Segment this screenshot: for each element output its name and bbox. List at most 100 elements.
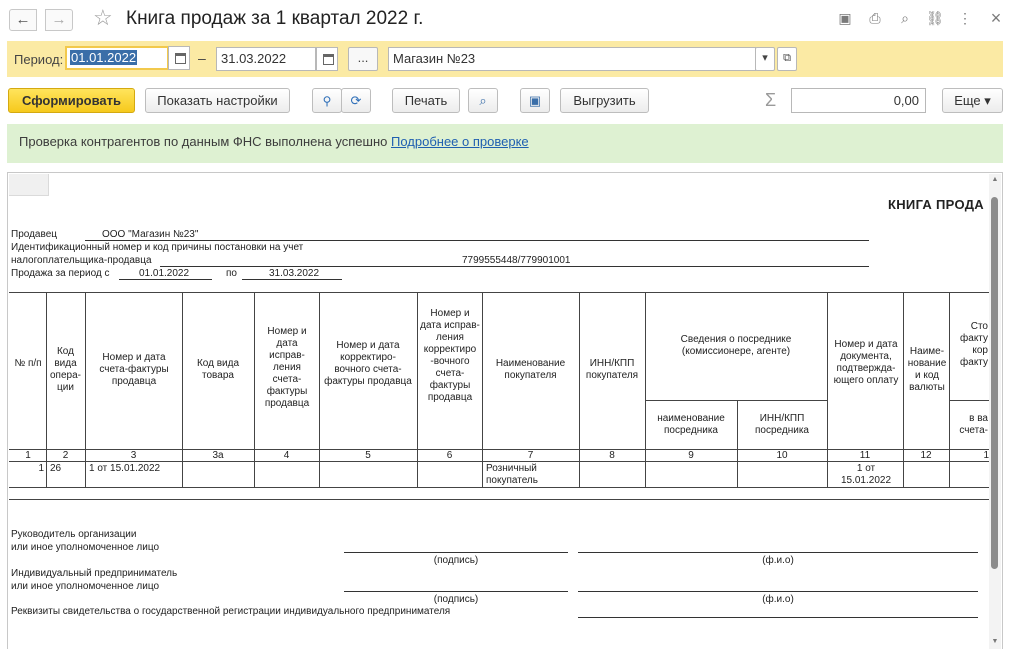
intermediary-subheader-line — [645, 400, 827, 401]
signature-line — [344, 552, 568, 553]
seller-underline — [85, 240, 869, 241]
header-invoice-correction: Номер и дата исправ-ления счета-фактуры … — [264, 326, 310, 409]
search-next-icon: ⟳ — [350, 93, 362, 108]
window-title: Книга продаж за 1 квартал 2022 г. — [126, 8, 424, 29]
name-caption: (ф.и.о) — [762, 555, 794, 566]
column-number: 7 — [527, 450, 534, 461]
row-payment-document: 1 от 15.01.2022 — [840, 463, 892, 486]
inn-label-line1: Идентификационный номер и код причины по… — [11, 242, 304, 253]
header-intermediary-group: Сведения о посреднике (комиссионере, аге… — [680, 334, 792, 357]
export-button[interactable]: Выгрузить — [560, 88, 649, 113]
scrollbar-thumb[interactable] — [991, 197, 998, 569]
print-icon[interactable]: ⎙ — [866, 9, 884, 27]
inn-label-line2: налогоплательщика-продавца — [11, 255, 152, 266]
header-adjustment-correction: Номер и дата исправ-ления корректиро -во… — [420, 308, 480, 403]
header-invoice: Номер и дата счета-фактуры продавца — [99, 352, 169, 387]
signature-ip-line1: Индивидуальный предприниматель — [11, 568, 178, 579]
table-top-border — [9, 292, 989, 293]
print-preview-button[interactable]: ⌕ — [468, 88, 498, 113]
save-icon[interactable]: ▣ — [836, 9, 854, 27]
forward-button[interactable]: → — [45, 9, 73, 31]
column-number: 10 — [776, 450, 788, 461]
signature-head-line2: или иное уполномоченное лицо — [11, 542, 160, 553]
column-number: 1 — [983, 450, 989, 461]
column-number: 4 — [283, 450, 290, 461]
calendar-icon — [323, 54, 334, 65]
floppy-icon: ▣ — [528, 93, 542, 108]
period-from-input[interactable]: 01.01.2022 — [65, 46, 169, 70]
period-dash: – — [198, 50, 206, 66]
report-corner-cell — [9, 174, 49, 196]
back-button[interactable]: ← — [9, 9, 37, 31]
header-payment-document: Номер и дата документа, подтвержда-ющего… — [833, 339, 899, 386]
period-to-calendar-button[interactable] — [316, 47, 338, 71]
show-settings-button[interactable]: Показать настройки — [145, 88, 290, 113]
period-label: Период: — [14, 52, 64, 67]
column-number: 9 — [688, 450, 694, 461]
signature-line — [344, 591, 568, 592]
search-next-button[interactable]: ⟳ — [341, 88, 371, 113]
name-caption: (ф.и.о) — [762, 594, 794, 605]
sale-period-label: Продажа за период с — [11, 268, 110, 279]
banner-text: Проверка контрагентов по данным ФНС выпо… — [19, 134, 388, 149]
organization-input[interactable]: Магазин №23 — [388, 47, 756, 71]
scroll-down-icon[interactable]: ▼ — [990, 638, 1000, 645]
sum-field[interactable]: 0,00 — [791, 88, 926, 113]
column-number: 8 — [609, 450, 615, 461]
signature-caption: (подпись) — [433, 555, 479, 566]
header-cost-currency-partial: в ва счета- — [959, 413, 988, 436]
header-intermediary-inn: ИНН/КПП посредника — [755, 413, 809, 436]
row-bottom-line — [9, 487, 989, 488]
column-number: 2 — [62, 450, 69, 461]
row-buyer: Розничный покупатель — [486, 463, 538, 486]
check-details-link[interactable]: Подробнее о проверке — [391, 134, 529, 149]
header-adjustment-invoice: Номер и дата корректиро-вочного счета-фа… — [324, 340, 412, 387]
more-button[interactable]: Еще ▾ — [942, 88, 1003, 113]
close-icon[interactable]: × — [987, 9, 1005, 27]
period-to-value: 31.03.2022 — [221, 51, 287, 66]
scroll-up-icon[interactable]: ▲ — [990, 176, 1000, 183]
period-select-button[interactable]: ... — [348, 47, 378, 71]
organization-open-button[interactable]: ⧉ — [777, 47, 797, 71]
header-goods-code: Код вида товара — [196, 358, 240, 381]
sum-icon: Σ — [765, 90, 777, 110]
sale-period-to-label: по — [226, 268, 237, 279]
currency-subheader-line — [949, 400, 989, 401]
generate-button[interactable]: Сформировать — [8, 88, 135, 113]
header-intermediary-name: наименование посредника — [657, 413, 725, 436]
column-number: 3 — [130, 450, 137, 461]
seller-label: Продавец — [11, 229, 57, 240]
header-row-number: № п/п — [14, 358, 42, 369]
header-buyer-name: Наименование покупателя — [495, 358, 566, 381]
more-icon[interactable]: ⋮ — [956, 9, 974, 27]
requisites-line — [578, 617, 978, 618]
period-to-underline — [242, 279, 342, 280]
header-cost-partial: Сто факту кор факту — [960, 321, 988, 368]
col-divider — [737, 400, 738, 487]
column-number: 1 — [25, 450, 31, 461]
preview-icon[interactable]: ⌕ — [896, 9, 914, 27]
search-button[interactable]: ⚲ — [312, 88, 342, 113]
name-line — [578, 591, 978, 592]
column-number: 12 — [920, 450, 932, 461]
header-buyer-inn: ИНН/КПП покупателя — [585, 358, 639, 381]
period-from-underline — [119, 279, 212, 280]
signature-caption: (подпись) — [433, 594, 479, 605]
banner-message: Проверка контрагентов по данным ФНС выпо… — [19, 134, 529, 149]
row-number: 1 — [38, 463, 44, 474]
inn-underline — [160, 266, 869, 267]
period-to-input[interactable]: 31.03.2022 — [216, 47, 316, 71]
row-operation-code: 26 — [50, 463, 62, 474]
link-icon[interactable]: ⛓ — [926, 9, 944, 27]
table-bottom-line — [9, 499, 989, 500]
column-number: 5 — [365, 450, 371, 461]
favorite-star-icon[interactable]: ☆ — [93, 6, 113, 30]
period-from-calendar-button[interactable] — [168, 46, 190, 70]
print-button[interactable]: Печать — [392, 88, 460, 113]
column-number: 6 — [446, 450, 453, 461]
print-preview-icon: ⌕ — [479, 93, 487, 108]
save-report-button[interactable]: ▣ — [520, 88, 550, 113]
calendar-icon — [175, 53, 186, 64]
organization-dropdown-button[interactable]: ▾ — [755, 47, 775, 71]
period-from-value: 01.01.2022 — [70, 50, 138, 65]
